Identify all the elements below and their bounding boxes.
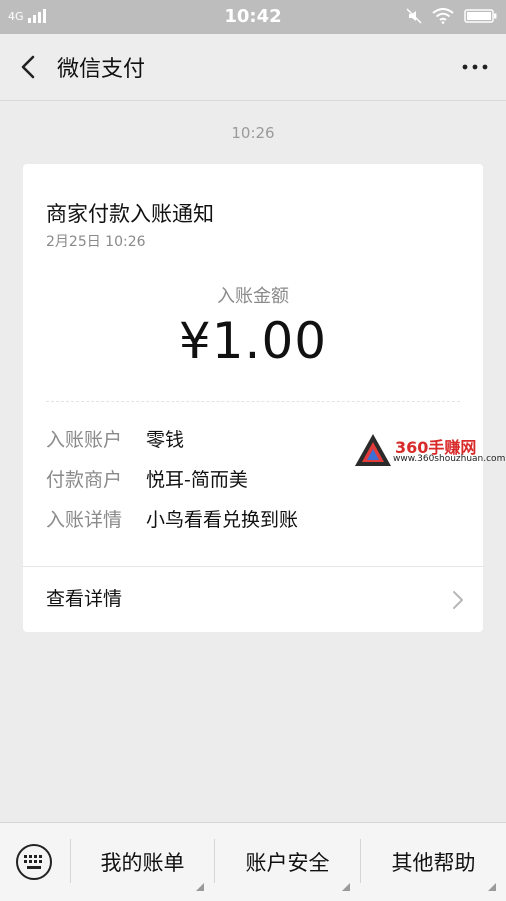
amount-label: 入账金额 <box>217 286 289 307</box>
keyboard-toggle-button[interactable] <box>0 823 70 901</box>
detail-value: 小鸟看看兑换到账 <box>146 509 299 531</box>
battery-icon <box>464 9 497 23</box>
menu-label: 我的账单 <box>100 851 185 875</box>
status-right <box>406 8 498 24</box>
detail-rows: 入账账户 零钱 付款商户 悦耳-简而美 入账详情 小鸟看看兑换到账 <box>46 426 298 546</box>
card-date: 2月25日 10:26 <box>46 234 146 250</box>
menu-my-bills[interactable]: 我的账单 <box>71 823 214 901</box>
watermark-logo-icon <box>355 434 391 466</box>
amount-value: ¥1.00 <box>178 312 328 370</box>
detail-row-description: 入账详情 小鸟看看兑换到账 <box>46 506 298 546</box>
detail-key: 入账账户 <box>46 429 123 451</box>
watermark: 360手赚网 www.360shouzhuan.com <box>353 432 506 470</box>
divider <box>46 401 460 402</box>
more-dots-icon[interactable] <box>458 54 492 80</box>
bottom-menu-bar: 我的账单 账户安全 其他帮助 <box>0 822 506 901</box>
view-details-label: 查看详情 <box>46 588 123 610</box>
submenu-indicator-icon <box>488 883 496 891</box>
menu-other-help[interactable]: 其他帮助 <box>361 823 506 901</box>
detail-key: 付款商户 <box>46 469 123 491</box>
submenu-indicator-icon <box>196 883 204 891</box>
detail-value: 零钱 <box>146 429 185 451</box>
detail-row-account: 入账账户 零钱 <box>46 426 298 466</box>
chevron-right-icon <box>453 591 463 609</box>
view-details-link[interactable]: 查看详情 <box>23 567 483 631</box>
keyboard-icon <box>16 844 52 880</box>
payment-notification-card: 商家付款入账通知 2月25日 10:26 入账金额 ¥1.00 入账账户 零钱 … <box>23 164 483 632</box>
detail-key: 入账详情 <box>46 509 123 531</box>
nav-bar: 微信支付 <box>0 34 506 101</box>
menu-account-security[interactable]: 账户安全 <box>215 823 360 901</box>
status-bar: 4G 10:42 <box>0 0 506 34</box>
watermark-url: www.360shouzhuan.com <box>393 454 506 464</box>
message-timestamp: 10:26 <box>231 124 275 142</box>
detail-row-merchant: 付款商户 悦耳-简而美 <box>46 466 298 506</box>
chevron-left-icon[interactable] <box>14 51 44 83</box>
menu-label: 账户安全 <box>245 851 330 875</box>
menu-label: 其他帮助 <box>391 851 476 875</box>
submenu-indicator-icon <box>342 883 350 891</box>
card-title: 商家付款入账通知 <box>46 202 214 226</box>
nav-title: 微信支付 <box>57 57 146 82</box>
mute-icon <box>406 8 422 24</box>
wifi-icon <box>432 8 454 24</box>
detail-value: 悦耳-简而美 <box>146 469 248 491</box>
